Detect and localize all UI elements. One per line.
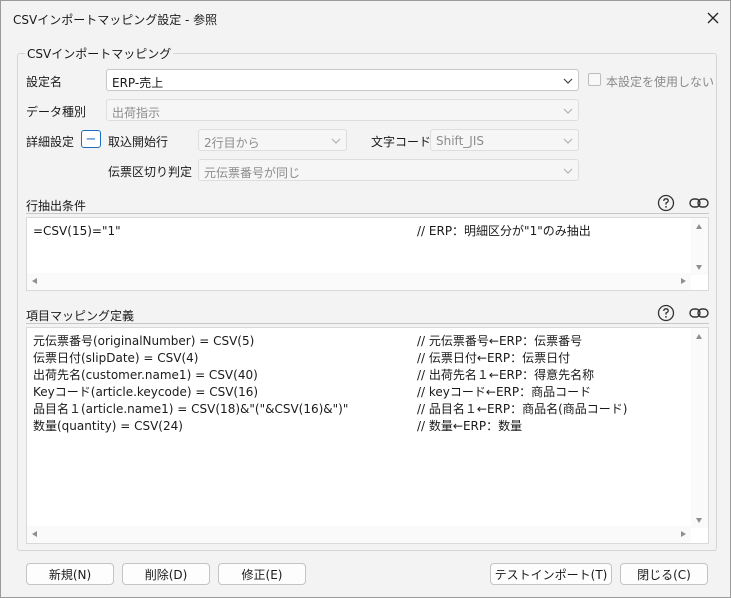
minus-icon: − <box>85 131 97 147</box>
code-line: 元伝票番号(originalNumber) = CSV(5) // 元伝票番号←E… <box>33 333 688 350</box>
code-comment: // 伝票日付←ERP：伝票日付 <box>417 351 571 365</box>
code-text: Keyコード(article.keycode) = CSV(16) <box>33 385 259 399</box>
dialog-window: CSVインポートマッピング設定 - 参照 CSVインポートマッピング 設定名 E… <box>0 0 731 598</box>
new-button[interactable]: 新規(N) <box>26 563 114 585</box>
close-icon <box>707 12 719 24</box>
code-line: 伝票日付(slipDate) = CSV(4) // 伝票日付←ERP：伝票日付 <box>33 350 688 367</box>
scroll-left-icon[interactable] <box>32 278 37 284</box>
title-bar: CSVインポートマッピング設定 - 参照 <box>1 1 730 35</box>
data-type-value: 出荷指示 <box>112 106 161 120</box>
mapping-divider <box>26 323 709 324</box>
row-filter-divider <box>26 213 709 214</box>
code-line: 数量(quantity) = CSV(24) // 数量←ERP：数量 <box>33 418 688 435</box>
start-row-combo[interactable]: 2行目から <box>198 129 347 151</box>
setting-name-label: 設定名 <box>26 75 63 89</box>
row-filter-link-button[interactable] <box>689 193 709 213</box>
code-comment: // 出荷先名１←ERP：得意先名称 <box>417 368 595 382</box>
mapping-help-button[interactable] <box>656 303 676 323</box>
code-text: 数量(quantity) = CSV(24) <box>33 419 183 433</box>
scroll-up-icon[interactable] <box>696 224 702 229</box>
slip-split-value: 元伝票番号が同じ <box>204 166 301 180</box>
chevron-down-icon <box>563 108 573 114</box>
scroll-down-icon[interactable] <box>696 518 702 523</box>
close-window-button[interactable] <box>702 7 724 29</box>
chevron-down-icon <box>563 168 573 174</box>
mapping-vscrollbar[interactable] <box>691 328 708 528</box>
setting-name-value: ERP-売上 <box>112 76 164 90</box>
unused-checkbox[interactable] <box>588 73 601 86</box>
scroll-left-icon[interactable] <box>32 531 37 537</box>
data-type-label: データ種別 <box>26 105 87 119</box>
chevron-down-icon <box>331 138 341 144</box>
charset-label: 文字コード <box>371 135 432 149</box>
window-title: CSVインポートマッピング設定 - 参照 <box>13 13 218 27</box>
code-comment: // keyコード←ERP：商品コード <box>417 385 592 399</box>
row-filter-hscrollbar[interactable] <box>27 273 691 290</box>
code-text: =CSV(15)="1" <box>33 224 121 238</box>
charset-value: Shift_JIS <box>436 134 484 148</box>
code-text: 品目名１(article.name1) = CSV(18)&"("&CSV(16… <box>33 402 349 416</box>
code-line: 出荷先名(customer.name1) = CSV(40) // 出荷先名１←E… <box>33 367 688 384</box>
scroll-up-icon[interactable] <box>696 334 702 339</box>
mapping-title: 項目マッピング定義 <box>26 309 135 323</box>
help-icon <box>657 304 675 322</box>
start-row-value: 2行目から <box>204 136 260 150</box>
code-line: Keyコード(article.keycode) = CSV(16) // keyコ… <box>33 384 688 401</box>
link-icon <box>689 308 709 318</box>
code-line: =CSV(15)="1" // ERP：明細区分が"1"のみ抽出 <box>33 223 688 240</box>
code-text: 元伝票番号(originalNumber) = CSV(5) <box>33 334 255 348</box>
scroll-right-icon[interactable] <box>681 278 686 284</box>
row-filter-lines: =CSV(15)="1" // ERP：明細区分が"1"のみ抽出 <box>33 223 688 240</box>
row-filter-help-button[interactable] <box>656 193 676 213</box>
code-text: 伝票日付(slipDate) = CSV(4) <box>33 351 199 365</box>
edit-button[interactable]: 修正(E) <box>218 563 306 585</box>
delete-button[interactable]: 削除(D) <box>122 563 210 585</box>
code-comment: // 数量←ERP：数量 <box>417 419 523 433</box>
mapping-hscrollbar[interactable] <box>27 526 691 543</box>
row-filter-title: 行抽出条件 <box>26 199 87 213</box>
link-icon <box>689 198 709 208</box>
code-text: 出荷先名(customer.name1) = CSV(40) <box>33 368 258 382</box>
chevron-down-icon <box>563 138 573 144</box>
unused-label: 本設定を使用しない <box>606 75 715 89</box>
test-import-button[interactable]: テストインポート(T) <box>490 563 612 585</box>
slip-split-combo[interactable]: 元伝票番号が同じ <box>198 159 579 181</box>
help-icon <box>657 194 675 212</box>
close-button[interactable]: 閉じる(C) <box>620 563 708 585</box>
code-comment: // ERP：明細区分が"1"のみ抽出 <box>417 224 591 238</box>
scroll-right-icon[interactable] <box>681 531 686 537</box>
code-comment: // 元伝票番号←ERP：伝票番号 <box>417 334 583 348</box>
code-line: 品目名１(article.name1) = CSV(18)&"("&CSV(16… <box>33 401 688 418</box>
setting-name-combo[interactable]: ERP-売上 <box>106 69 579 91</box>
slip-split-label: 伝票区切り判定 <box>108 165 193 179</box>
mapping-lines: 元伝票番号(originalNumber) = CSV(5) // 元伝票番号←E… <box>33 333 688 435</box>
row-filter-vscrollbar[interactable] <box>691 218 708 275</box>
scroll-down-icon[interactable] <box>696 265 702 270</box>
chevron-down-icon <box>563 78 573 84</box>
detail-settings-label: 詳細設定 <box>26 135 75 149</box>
row-filter-editor[interactable]: =CSV(15)="1" // ERP：明細区分が"1"のみ抽出 <box>26 217 709 291</box>
code-comment: // 品目名１←ERP：商品名(商品コード) <box>417 402 628 416</box>
start-row-label: 取込開始行 <box>108 135 169 149</box>
data-type-combo[interactable]: 出荷指示 <box>106 99 579 121</box>
mapping-link-button[interactable] <box>689 303 709 323</box>
detail-collapse-button[interactable]: − <box>81 130 101 148</box>
charset-combo[interactable]: Shift_JIS <box>430 129 579 151</box>
mapping-editor[interactable]: 元伝票番号(originalNumber) = CSV(5) // 元伝票番号←E… <box>26 327 709 544</box>
group-title: CSVインポートマッピング <box>25 45 174 62</box>
